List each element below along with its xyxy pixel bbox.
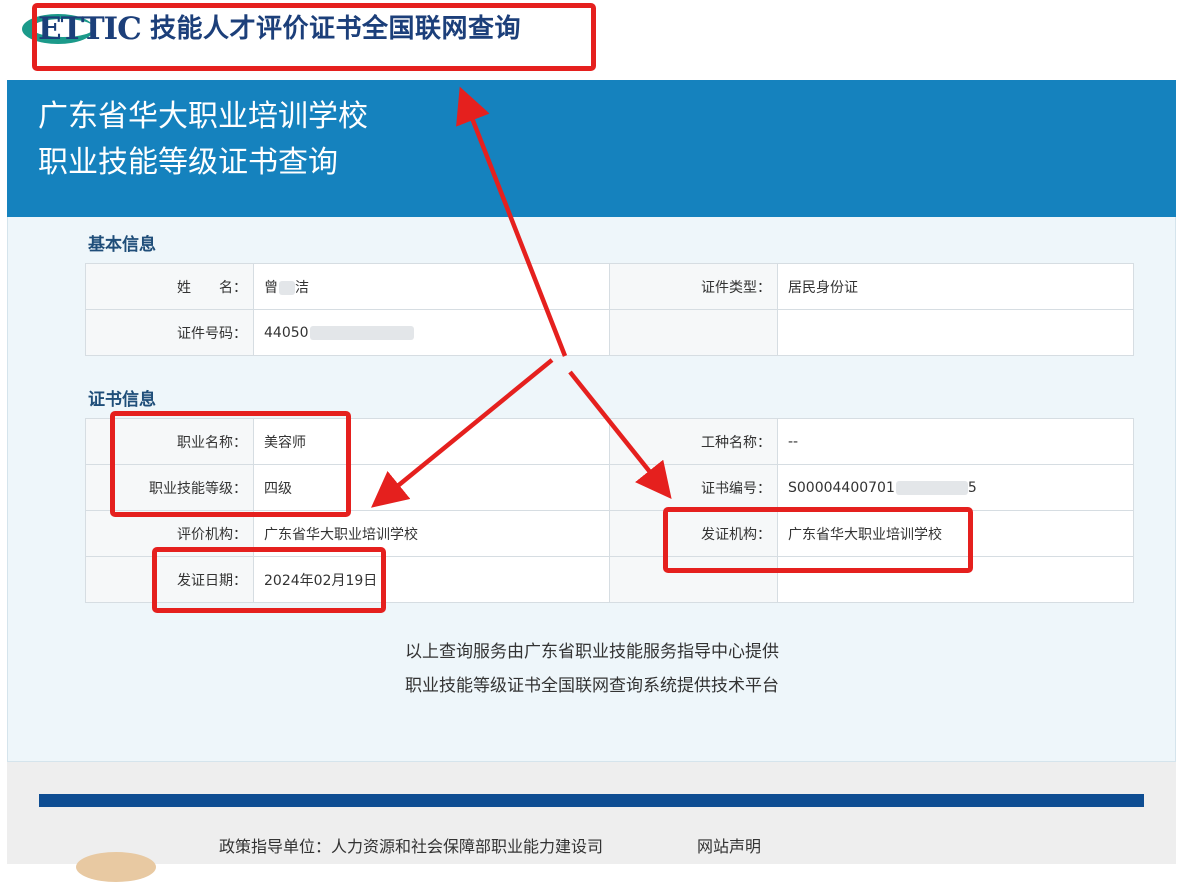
annotation-box-occupation-level <box>110 411 351 517</box>
redacted-blur <box>309 325 414 340</box>
id-number-value: 44050 <box>253 309 610 356</box>
cert-info-title: 证书信息 <box>88 390 156 410</box>
service-note-provider: 以上查询服务由广东省职业技能服务指导中心提供 <box>405 642 779 662</box>
header-query-title: 职业技能等级证书查询 <box>38 145 338 180</box>
annotation-box-issue-date <box>152 547 386 613</box>
footer-divider <box>39 794 1144 807</box>
cert-no-label: 证书编号： <box>609 464 778 511</box>
table-row: 证件号码： 44050 <box>85 309 1134 356</box>
name-value: 曾洁 <box>253 263 610 310</box>
id-type-label: 证件类型： <box>609 263 778 310</box>
basic-info-title: 基本信息 <box>88 235 156 255</box>
empty-value <box>777 309 1134 356</box>
footer-policy-unit: 政策指导单位：人力资源和社会保障部职业能力建设司 <box>219 837 604 856</box>
header-school-name: 广东省华大职业培训学校 <box>38 99 368 134</box>
footer-emblem-icon <box>76 852 156 882</box>
name-suffix: 洁 <box>295 279 309 296</box>
basic-info-table: 姓 名： 曾洁 证件类型： 居民身份证 证件号码： 44050 <box>85 263 1134 356</box>
job-type-label: 工种名称： <box>609 418 778 465</box>
redacted-blur <box>895 480 968 495</box>
service-note-platform: 职业技能等级证书全国联网查询系统提供技术平台 <box>405 676 779 696</box>
job-type-value: -- <box>777 418 1134 465</box>
empty-label <box>609 309 778 356</box>
cert-no-suffix: 5 <box>967 479 977 496</box>
site-statement-link[interactable]: 网站声明 <box>697 833 761 857</box>
cert-no-prefix: S00004400701 <box>788 479 895 496</box>
redacted-blur <box>279 280 295 295</box>
id-number-prefix: 44050 <box>264 324 309 341</box>
annotation-box-issue-org <box>663 507 973 573</box>
annotation-box-site-title <box>32 3 596 71</box>
name-label: 姓 名： <box>85 263 254 310</box>
cert-no-value: S00004400701 5 <box>777 464 1134 511</box>
id-number-label: 证件号码： <box>85 309 254 356</box>
query-header: 广东省华大职业培训学校 职业技能等级证书查询 <box>7 80 1176 217</box>
table-row: 姓 名： 曾洁 证件类型： 居民身份证 <box>85 263 1134 310</box>
name-prefix: 曾 <box>264 279 278 296</box>
id-type-value: 居民身份证 <box>777 263 1134 310</box>
